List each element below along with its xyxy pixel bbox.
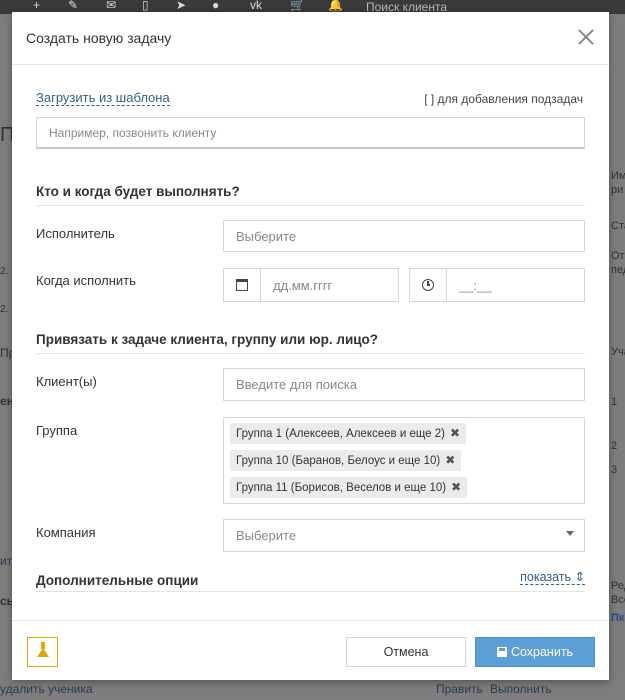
bg-right-text: пед [611,264,625,276]
remove-student-link: удалить ученика [0,682,93,696]
time-button[interactable] [409,268,447,302]
subtask-hint: [ ] для добавления подзадач [424,92,583,106]
bg-left-text: ит [0,554,13,568]
divider [36,591,585,592]
flask-icon [36,641,49,657]
company-select[interactable]: Выберите [223,519,585,552]
bg-right-text: Уча [611,346,625,358]
background-left-panel: П 2. 2. Пр ен ит сы [0,14,17,700]
date-placeholder: дд.мм.гггг [273,277,333,293]
plus-icon: + [33,0,41,12]
calendar-button[interactable] [223,268,261,302]
mail-icon: ✉ [106,0,117,12]
cancel-label: Отмена [383,645,429,659]
vk-icon: vk [250,0,262,12]
bg-right-text: Отв [611,250,625,262]
bg-right-text: Ста [611,220,625,232]
group-tag: Группа 10 (Баранов, Белоус и еще 10) ✖ [230,450,462,471]
group-tag: Группа 1 (Алексеев, Алексеев и еще 2) ✖ [230,423,467,444]
save-label: Сохранить [510,645,574,659]
modal-title: Создать новую задачу [26,30,172,46]
load-template-link[interactable]: Загрузить из шаблона [36,91,170,106]
location-icon: ● [212,0,220,12]
section-who-when: Кто и когда будет выполнять? [36,184,585,206]
close-icon[interactable] [575,26,597,48]
send-icon: ➤ [176,0,187,12]
clock-icon [422,279,434,291]
task-title-input[interactable] [36,117,585,149]
remove-tag-icon[interactable]: ✖ [450,426,460,440]
bg-right-text: 1 [611,396,618,408]
bg-right-text: Все [611,594,625,606]
wrench-icon: ✎ [68,0,79,12]
time-input[interactable]: __:__ [446,268,585,302]
group-tag: Группа 11 (Борисов, Веселов и еще 10) ✖ [230,477,468,498]
date-input[interactable]: дд.мм.гггг [260,268,399,302]
remove-tag-icon[interactable]: ✖ [451,480,461,494]
company-label: Компания [36,525,96,540]
company-placeholder: Выберите [236,528,297,543]
bg-right-text: 2 [611,440,618,452]
bell-icon: 🔔 [328,0,343,12]
modal-footer: Отмена Сохранить [12,620,609,680]
group-multiselect[interactable]: Группа 1 (Алексеев, Алексеев и еще 2) ✖ Г… [223,417,585,504]
cancel-button[interactable]: Отмена [346,637,466,667]
client-label: Клиент(ы) [36,374,97,389]
background-bottom-bar: удалить ученика Править Выполнить [0,680,625,700]
show-extra-options-link[interactable]: показать ⇕ [520,570,585,585]
phone-icon: ▯ [142,0,149,12]
calendar-icon [236,279,248,291]
create-task-modal: Создать новую задачу Загрузить из шаблон… [12,12,609,680]
group-label: Группа [36,423,78,438]
assignee-select[interactable]: Выберите [223,220,585,252]
bg-right-text: ри [611,184,624,196]
cart-icon: 🛒 [290,0,305,12]
group-tag-label: Группа 10 (Баранов, Белоус и еще 10) [236,455,441,467]
save-button[interactable]: Сохранить [475,637,595,667]
assignee-placeholder: Выберите [236,228,297,244]
test-button[interactable] [27,637,58,667]
client-search-input[interactable]: Введите для поиска [223,368,585,401]
section-link-entity: Привязать к задаче клиента, группу или ю… [36,332,585,354]
edit-link: Править [436,682,483,696]
when-label: Когда исполнить [36,273,136,288]
floppy-icon [496,647,507,657]
bg-right-text: 3 [611,464,618,476]
complete-link: Выполнить [490,682,552,696]
group-tag-label: Группа 1 (Алексеев, Алексеев и еще 2) [236,428,445,440]
assignee-label: Исполнитель [36,226,115,241]
bg-right-text: Пк [611,612,625,624]
group-tag-label: Группа 11 (Борисов, Веселов и еще 10) [236,482,447,494]
chevron-down-icon [566,531,574,536]
extra-options-title: Дополнительные опции [36,573,199,588]
bg-right-text: Ред [611,580,625,592]
background-right-panel: Им ри Ста Отв пед Уча 1 2 3 Ред Все Пк [609,14,625,700]
bg-right-text: Им [611,170,625,182]
time-placeholder: __:__ [459,277,492,293]
client-placeholder: Введите для поиска [236,377,357,392]
modal-header: Создать новую задачу [12,12,609,65]
bg-left-text: 2. [0,266,9,277]
bg-left-text: 2. [0,304,9,315]
remove-tag-icon[interactable]: ✖ [445,453,455,467]
